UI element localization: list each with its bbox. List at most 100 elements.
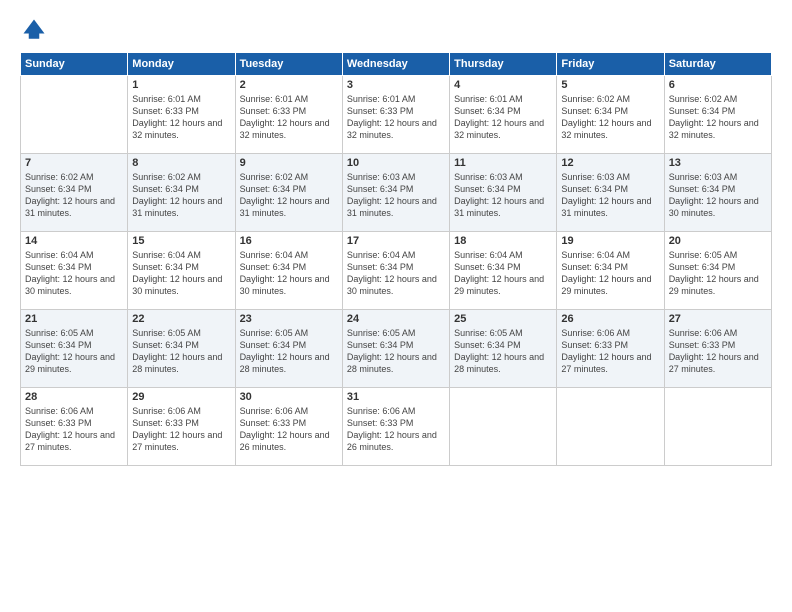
- calendar-cell: 4Sunrise: 6:01 AMSunset: 6:34 PMDaylight…: [450, 76, 557, 154]
- day-number: 28: [25, 391, 123, 403]
- page: SundayMondayTuesdayWednesdayThursdayFrid…: [0, 0, 792, 612]
- day-info: Sunrise: 6:01 AMSunset: 6:33 PMDaylight:…: [132, 93, 230, 142]
- day-number: 22: [132, 313, 230, 325]
- day-number: 26: [561, 313, 659, 325]
- day-number: 20: [669, 235, 767, 247]
- calendar-cell: 25 Sunrise: 6:05 AMSunset: 6:34 PMDayligh…: [450, 310, 557, 388]
- calendar-cell: [450, 388, 557, 466]
- day-info: Sunrise: 6:05 AMSunset: 6:34 PMDaylight:…: [240, 327, 338, 376]
- calendar-cell: 22 Sunrise: 6:05 AMSunset: 6:34 PMDayligh…: [128, 310, 235, 388]
- calendar-week-row: 1 Sunrise: 6:01 AMSunset: 6:33 PMDaylight…: [21, 76, 772, 154]
- calendar-cell: 29Sunrise: 6:06 AMSunset: 6:33 PMDayligh…: [128, 388, 235, 466]
- calendar-cell: 9 Sunrise: 6:02 AMSunset: 6:34 PMDaylight…: [235, 154, 342, 232]
- day-number: 10: [347, 157, 445, 169]
- calendar-cell: [21, 76, 128, 154]
- calendar-cell: 16 Sunrise: 6:04 AMSunset: 6:34 PMDayligh…: [235, 232, 342, 310]
- logo: [20, 16, 54, 44]
- day-number: 16: [240, 235, 338, 247]
- calendar-cell: 11 Sunrise: 6:03 AMSunset: 6:34 PMDayligh…: [450, 154, 557, 232]
- header: [20, 16, 772, 44]
- day-number: 8: [132, 157, 230, 169]
- day-number: 30: [240, 391, 338, 403]
- weekday-header: Monday: [128, 53, 235, 76]
- day-number: 4: [454, 79, 552, 91]
- weekday-header: Sunday: [21, 53, 128, 76]
- day-info: Sunrise: 6:06 AMSunset: 6:33 PMDaylight:…: [240, 405, 338, 454]
- day-info: Sunrise: 6:02 AMSunset: 6:34 PMDaylight:…: [25, 171, 123, 220]
- day-info: Sunrise: 6:04 AMSunset: 6:34 PMDaylight:…: [454, 249, 552, 298]
- day-number: 2: [240, 79, 338, 91]
- calendar-cell: 14 Sunrise: 6:04 AMSunset: 6:34 PMDayligh…: [21, 232, 128, 310]
- calendar-cell: 28 Sunrise: 6:06 AMSunset: 6:33 PMDayligh…: [21, 388, 128, 466]
- day-info: Sunrise: 6:04 AMSunset: 6:34 PMDaylight:…: [347, 249, 445, 298]
- day-number: 6: [669, 79, 767, 91]
- day-info: Sunrise: 6:04 AMSunset: 6:34 PMDaylight:…: [240, 249, 338, 298]
- calendar-cell: 1 Sunrise: 6:01 AMSunset: 6:33 PMDaylight…: [128, 76, 235, 154]
- day-number: 24: [347, 313, 445, 325]
- day-number: 25: [454, 313, 552, 325]
- weekday-header: Saturday: [664, 53, 771, 76]
- day-info: Sunrise: 6:03 AMSunset: 6:34 PMDaylight:…: [669, 171, 767, 220]
- day-number: 31: [347, 391, 445, 403]
- calendar-week-row: 7Sunrise: 6:02 AMSunset: 6:34 PMDaylight…: [21, 154, 772, 232]
- weekday-header: Friday: [557, 53, 664, 76]
- logo-icon: [20, 16, 48, 44]
- day-info: Sunrise: 6:03 AMSunset: 6:34 PMDaylight:…: [454, 171, 552, 220]
- day-number: 5: [561, 79, 659, 91]
- day-number: 29: [132, 391, 230, 403]
- day-info: Sunrise: 6:04 AMSunset: 6:34 PMDaylight:…: [25, 249, 123, 298]
- day-info: Sunrise: 6:02 AMSunset: 6:34 PMDaylight:…: [561, 93, 659, 142]
- day-info: Sunrise: 6:03 AMSunset: 6:34 PMDaylight:…: [561, 171, 659, 220]
- calendar-cell: 13 Sunrise: 6:03 AMSunset: 6:34 PMDayligh…: [664, 154, 771, 232]
- calendar-cell: 20 Sunrise: 6:05 AMSunset: 6:34 PMDayligh…: [664, 232, 771, 310]
- day-info: Sunrise: 6:05 AMSunset: 6:34 PMDaylight:…: [669, 249, 767, 298]
- day-info: Sunrise: 6:01 AMSunset: 6:33 PMDaylight:…: [347, 93, 445, 142]
- day-number: 1: [132, 79, 230, 91]
- day-info: Sunrise: 6:01 AMSunset: 6:33 PMDaylight:…: [240, 93, 338, 142]
- calendar-week-row: 14 Sunrise: 6:04 AMSunset: 6:34 PMDayligh…: [21, 232, 772, 310]
- calendar-cell: 12 Sunrise: 6:03 AMSunset: 6:34 PMDayligh…: [557, 154, 664, 232]
- calendar-cell: 8 Sunrise: 6:02 AMSunset: 6:34 PMDaylight…: [128, 154, 235, 232]
- calendar-cell: 21 Sunrise: 6:05 AMSunset: 6:34 PMDayligh…: [21, 310, 128, 388]
- calendar-cell: 5 Sunrise: 6:02 AMSunset: 6:34 PMDaylight…: [557, 76, 664, 154]
- day-number: 12: [561, 157, 659, 169]
- day-number: 18: [454, 235, 552, 247]
- day-number: 27: [669, 313, 767, 325]
- calendar-cell: 26 Sunrise: 6:06 AMSunset: 6:33 PMDayligh…: [557, 310, 664, 388]
- day-info: Sunrise: 6:05 AMSunset: 6:34 PMDaylight:…: [132, 327, 230, 376]
- day-number: 11: [454, 157, 552, 169]
- calendar-cell: 23Sunrise: 6:05 AMSunset: 6:34 PMDayligh…: [235, 310, 342, 388]
- day-number: 19: [561, 235, 659, 247]
- calendar-cell: 30 Sunrise: 6:06 AMSunset: 6:33 PMDayligh…: [235, 388, 342, 466]
- calendar-table: SundayMondayTuesdayWednesdayThursdayFrid…: [20, 52, 772, 466]
- day-info: Sunrise: 6:06 AMSunset: 6:33 PMDaylight:…: [669, 327, 767, 376]
- calendar-cell: 15Sunrise: 6:04 AMSunset: 6:34 PMDayligh…: [128, 232, 235, 310]
- day-number: 21: [25, 313, 123, 325]
- weekday-header: Wednesday: [342, 53, 449, 76]
- calendar-cell: 10Sunrise: 6:03 AMSunset: 6:34 PMDayligh…: [342, 154, 449, 232]
- calendar-cell: 3 Sunrise: 6:01 AMSunset: 6:33 PMDaylight…: [342, 76, 449, 154]
- day-number: 13: [669, 157, 767, 169]
- day-info: Sunrise: 6:05 AMSunset: 6:34 PMDaylight:…: [347, 327, 445, 376]
- day-number: 14: [25, 235, 123, 247]
- calendar-cell: 17 Sunrise: 6:04 AMSunset: 6:34 PMDayligh…: [342, 232, 449, 310]
- day-number: 9: [240, 157, 338, 169]
- calendar-cell: 18 Sunrise: 6:04 AMSunset: 6:34 PMDayligh…: [450, 232, 557, 310]
- weekday-header: Thursday: [450, 53, 557, 76]
- day-number: 17: [347, 235, 445, 247]
- day-info: Sunrise: 6:06 AMSunset: 6:33 PMDaylight:…: [25, 405, 123, 454]
- calendar-cell: 24 Sunrise: 6:05 AMSunset: 6:34 PMDayligh…: [342, 310, 449, 388]
- day-number: 3: [347, 79, 445, 91]
- calendar-cell: 7Sunrise: 6:02 AMSunset: 6:34 PMDaylight…: [21, 154, 128, 232]
- calendar-header-row: SundayMondayTuesdayWednesdayThursdayFrid…: [21, 53, 772, 76]
- calendar-cell: 2 Sunrise: 6:01 AMSunset: 6:33 PMDaylight…: [235, 76, 342, 154]
- calendar-week-row: 28 Sunrise: 6:06 AMSunset: 6:33 PMDayligh…: [21, 388, 772, 466]
- day-info: Sunrise: 6:05 AMSunset: 6:34 PMDaylight:…: [454, 327, 552, 376]
- calendar-cell: 31Sunrise: 6:06 AMSunset: 6:33 PMDayligh…: [342, 388, 449, 466]
- day-info: Sunrise: 6:06 AMSunset: 6:33 PMDaylight:…: [561, 327, 659, 376]
- day-info: Sunrise: 6:02 AMSunset: 6:34 PMDaylight:…: [132, 171, 230, 220]
- day-info: Sunrise: 6:05 AMSunset: 6:34 PMDaylight:…: [25, 327, 123, 376]
- day-info: Sunrise: 6:02 AMSunset: 6:34 PMDaylight:…: [240, 171, 338, 220]
- calendar-week-row: 21 Sunrise: 6:05 AMSunset: 6:34 PMDayligh…: [21, 310, 772, 388]
- day-info: Sunrise: 6:02 AMSunset: 6:34 PMDaylight:…: [669, 93, 767, 142]
